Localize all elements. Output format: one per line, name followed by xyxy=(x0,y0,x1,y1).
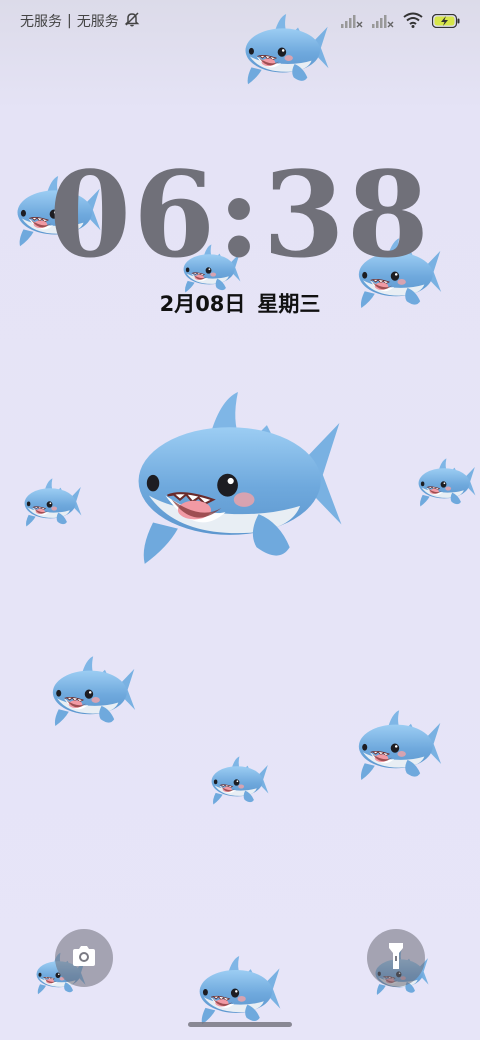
flashlight-icon xyxy=(388,942,404,974)
shark-icon xyxy=(198,956,282,1026)
lockscreen-clock: 06:38 xyxy=(49,145,431,284)
flashlight-shortcut-button[interactable] xyxy=(367,929,425,987)
carrier-status: 无服务 | 无服务 xyxy=(20,11,140,31)
weekday-label: 星期三 xyxy=(257,292,321,316)
system-icons xyxy=(341,12,460,32)
wifi-icon xyxy=(403,12,423,32)
carrier-separator: | xyxy=(67,13,72,29)
home-indicator[interactable] xyxy=(188,1022,292,1027)
shark-icon xyxy=(244,14,330,86)
signal-no-service-icon xyxy=(372,13,394,32)
shark-icon xyxy=(52,656,136,728)
battery-charging-icon xyxy=(431,13,460,32)
lockscreen-date: 2月08日 星期三 xyxy=(0,288,480,318)
bell-muted-icon xyxy=(124,11,140,31)
carrier-2-label: 无服务 xyxy=(76,14,119,30)
shark-icon xyxy=(211,756,269,806)
camera-shortcut-button[interactable] xyxy=(55,929,113,987)
signal-no-service-icon xyxy=(341,13,363,32)
shark-icon xyxy=(136,392,344,568)
status-bar: 无服务 | 无服务 xyxy=(0,0,480,40)
shark-icon xyxy=(358,710,442,782)
date-label: 2月08日 xyxy=(159,292,246,316)
carrier-1-label: 无服务 xyxy=(20,14,62,30)
shark-icon xyxy=(418,458,476,508)
camera-icon xyxy=(71,945,97,971)
shark-icon xyxy=(24,478,82,528)
